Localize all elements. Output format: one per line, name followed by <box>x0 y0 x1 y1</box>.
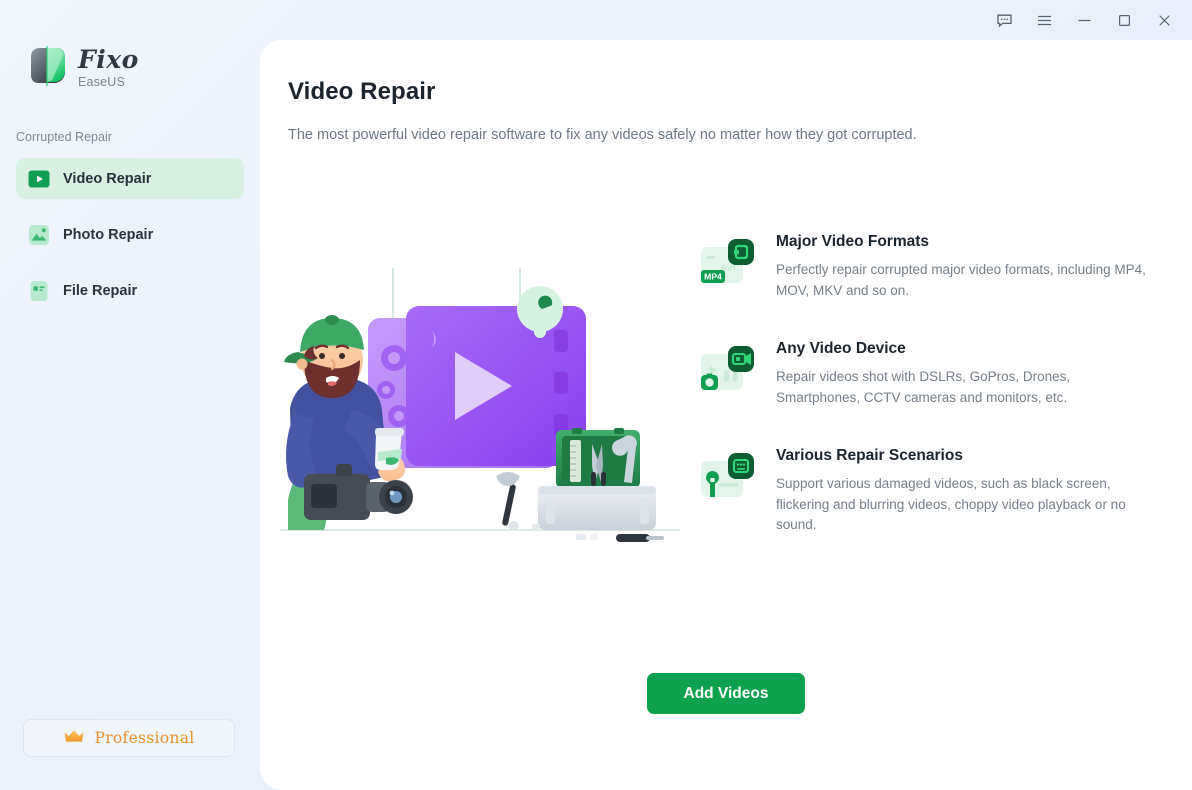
sidebar: Fixo EaseUS Corrupted Repair Video Repai… <box>0 0 262 790</box>
feature-item: AVI MP4 Major Video Formats Perfectly re… <box>700 233 1170 301</box>
add-videos-button[interactable]: Add Videos <box>647 673 805 714</box>
brand-subtitle: EaseUS <box>78 75 126 89</box>
photo-image-icon <box>28 224 50 246</box>
fixo-logo-icon <box>26 44 68 88</box>
feature-title: Any Video Device <box>776 340 906 358</box>
sidebar-nav: Video Repair Photo Repair File Repair <box>16 158 244 326</box>
page-subtitle: The most powerful video repair software … <box>288 127 917 143</box>
crown-icon <box>63 728 85 749</box>
main-content-panel: Video Repair The most powerful video rep… <box>260 40 1192 790</box>
professional-button[interactable]: Professional <box>23 719 235 757</box>
professional-label: Professional <box>94 729 195 747</box>
sidebar-item-label: File Repair <box>63 282 138 299</box>
video-play-icon <box>28 168 50 190</box>
nav-section-label: Corrupted Repair <box>16 130 112 144</box>
file-document-icon <box>28 280 50 302</box>
feature-list: AVI MP4 Major Video Formats Perfectly re… <box>700 233 1170 575</box>
minimize-icon[interactable] <box>1064 5 1104 35</box>
feedback-icon[interactable] <box>984 5 1024 35</box>
sidebar-item-label: Photo Repair <box>63 226 154 243</box>
feature-item: Any Video Device Repair videos shot with… <box>700 340 1170 408</box>
brand-logo: Fixo EaseUS <box>26 44 139 89</box>
feature-item: Various Repair Scenarios Support various… <box>700 447 1170 536</box>
sidebar-item-file-repair[interactable]: File Repair <box>16 270 244 311</box>
menu-icon[interactable] <box>1024 5 1064 35</box>
video-device-icon <box>700 344 756 400</box>
page-title: Video Repair <box>288 78 436 105</box>
video-formats-icon: AVI MP4 <box>700 237 756 293</box>
window-titlebar <box>0 0 1192 40</box>
brand-name: Fixo <box>78 45 139 74</box>
sidebar-item-video-repair[interactable]: Video Repair <box>16 158 244 199</box>
feature-title: Major Video Formats <box>776 233 930 250</box>
feature-description: Repair videos shot with DSLRs, GoPros, D… <box>776 369 1071 405</box>
feature-description: Perfectly repair corrupted major video f… <box>776 262 1146 298</box>
sidebar-item-photo-repair[interactable]: Photo Repair <box>16 214 244 255</box>
maximize-icon[interactable] <box>1104 5 1144 35</box>
repair-scenarios-icon <box>700 451 756 507</box>
close-icon[interactable] <box>1144 5 1184 35</box>
feature-description: Support various damaged videos, such as … <box>776 476 1126 533</box>
sidebar-item-label: Video Repair <box>63 170 152 187</box>
feature-title: Various Repair Scenarios <box>776 447 963 465</box>
svg-text:MP4: MP4 <box>704 272 722 282</box>
video-repair-illustration <box>280 268 680 573</box>
